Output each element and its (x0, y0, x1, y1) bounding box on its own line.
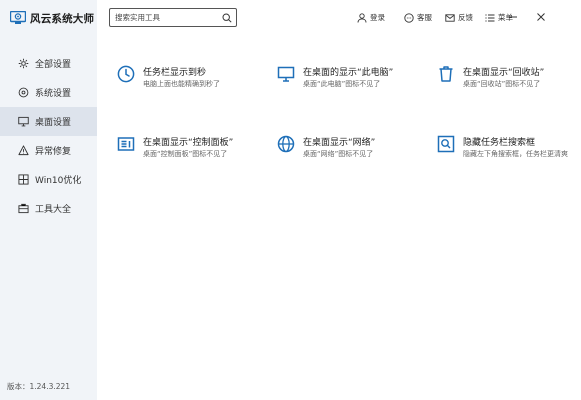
close-icon (537, 13, 545, 21)
card-show-network[interactable]: 在桌面显示“网络” 桌面“网络”图标不见了 (277, 135, 427, 175)
card-desc: 电脑上面也能精确到秒了 (143, 80, 220, 88)
app-title: 风云系统大师 (30, 12, 95, 25)
card-hide-taskbar-search[interactable]: 隐藏任务栏搜索框 隐藏左下角搜索框，任务栏更清爽 (437, 135, 577, 175)
close-button[interactable] (534, 10, 548, 24)
card-taskbar-seconds[interactable]: 任务栏显示到秒 电脑上面也能精确到秒了 (117, 65, 267, 105)
login-label: 登录 (370, 13, 385, 22)
sidebar-item-label: 系统设置 (35, 89, 72, 99)
sidebar-item-label: Win10优化 (35, 176, 82, 186)
sidebar-item-label: 桌面设置 (35, 118, 72, 128)
globe-icon (277, 135, 295, 153)
sidebar-item-repair[interactable]: 异常修复 (0, 136, 97, 165)
sidebar: 风云系统大师 全部设置 系统设置 桌面设置 异常修复 Win10优化 工具大全 … (0, 0, 97, 400)
card-show-recycle-bin[interactable]: 在桌面显示“回收站” 桌面“回收站”图标不见了 (437, 65, 581, 105)
trash-icon (437, 65, 455, 83)
minimize-button[interactable] (506, 10, 520, 24)
card-desc: 桌面“此电脑”图标不见了 (303, 80, 381, 88)
system-icon (17, 87, 29, 99)
card-show-this-pc[interactable]: 在桌面的显示“此电脑” 桌面“此电脑”图标不见了 (277, 65, 427, 105)
menu-icon (485, 13, 495, 23)
search-box[interactable] (109, 8, 237, 27)
service-label: 客服 (417, 13, 432, 22)
clock-icon (117, 65, 135, 83)
sidebar-item-win10[interactable]: Win10优化 (0, 165, 97, 194)
card-title: 在桌面的显示“此电脑” (303, 68, 394, 78)
card-title: 在桌面显示“控制面板” (143, 138, 234, 148)
card-title: 隐藏任务栏搜索框 (463, 138, 536, 148)
card-desc: 隐藏左下角搜索框，任务栏更清爽 (463, 150, 568, 158)
card-title: 在桌面显示“回收站” (463, 68, 545, 78)
minimize-icon (509, 16, 517, 18)
warning-icon (17, 145, 29, 157)
card-title: 任务栏显示到秒 (143, 68, 207, 78)
card-desc: 桌面“控制面板”图标不见了 (143, 150, 228, 158)
sidebar-item-label: 异常修复 (35, 147, 72, 157)
card-desc: 桌面“网络”图标不见了 (303, 150, 374, 158)
feedback-button[interactable]: 反馈 (445, 12, 473, 23)
toolbox-icon (17, 203, 29, 215)
logo-icon (10, 11, 26, 24)
feedback-label: 反馈 (458, 13, 473, 22)
sidebar-item-label: 全部设置 (35, 60, 72, 70)
version-label: 版本：1.24.3.221 (7, 382, 71, 391)
topbar: 登录 客服 反馈 菜单 (97, 0, 581, 36)
card-desc: 桌面“回收站”图标不见了 (463, 80, 541, 88)
service-button[interactable]: 客服 (404, 12, 432, 23)
windows-icon (17, 174, 29, 186)
monitor-icon (277, 65, 295, 83)
sidebar-item-toolbox[interactable]: 工具大全 (0, 194, 97, 223)
card-show-control-panel[interactable]: 在桌面显示“控制面板” 桌面“控制面板”图标不见了 (117, 135, 267, 175)
login-button[interactable]: 登录 (357, 12, 385, 23)
sidebar-item-desktop-settings[interactable]: 桌面设置 (0, 107, 97, 136)
user-icon (357, 12, 367, 23)
app-logo: 风云系统大师 (10, 10, 94, 26)
control-panel-icon (117, 135, 135, 153)
search-icon[interactable] (222, 13, 232, 23)
sidebar-item-all-settings[interactable]: 全部设置 (0, 49, 97, 78)
sidebar-item-system-settings[interactable]: 系统设置 (0, 78, 97, 107)
mail-icon (445, 13, 455, 23)
chat-icon (404, 12, 414, 23)
sidebar-item-label: 工具大全 (35, 205, 72, 215)
search-input[interactable] (115, 13, 215, 22)
settings-icon (17, 58, 29, 70)
search-box-icon (437, 135, 455, 153)
desktop-icon (17, 116, 29, 128)
card-title: 在桌面显示“网络” (303, 138, 376, 148)
